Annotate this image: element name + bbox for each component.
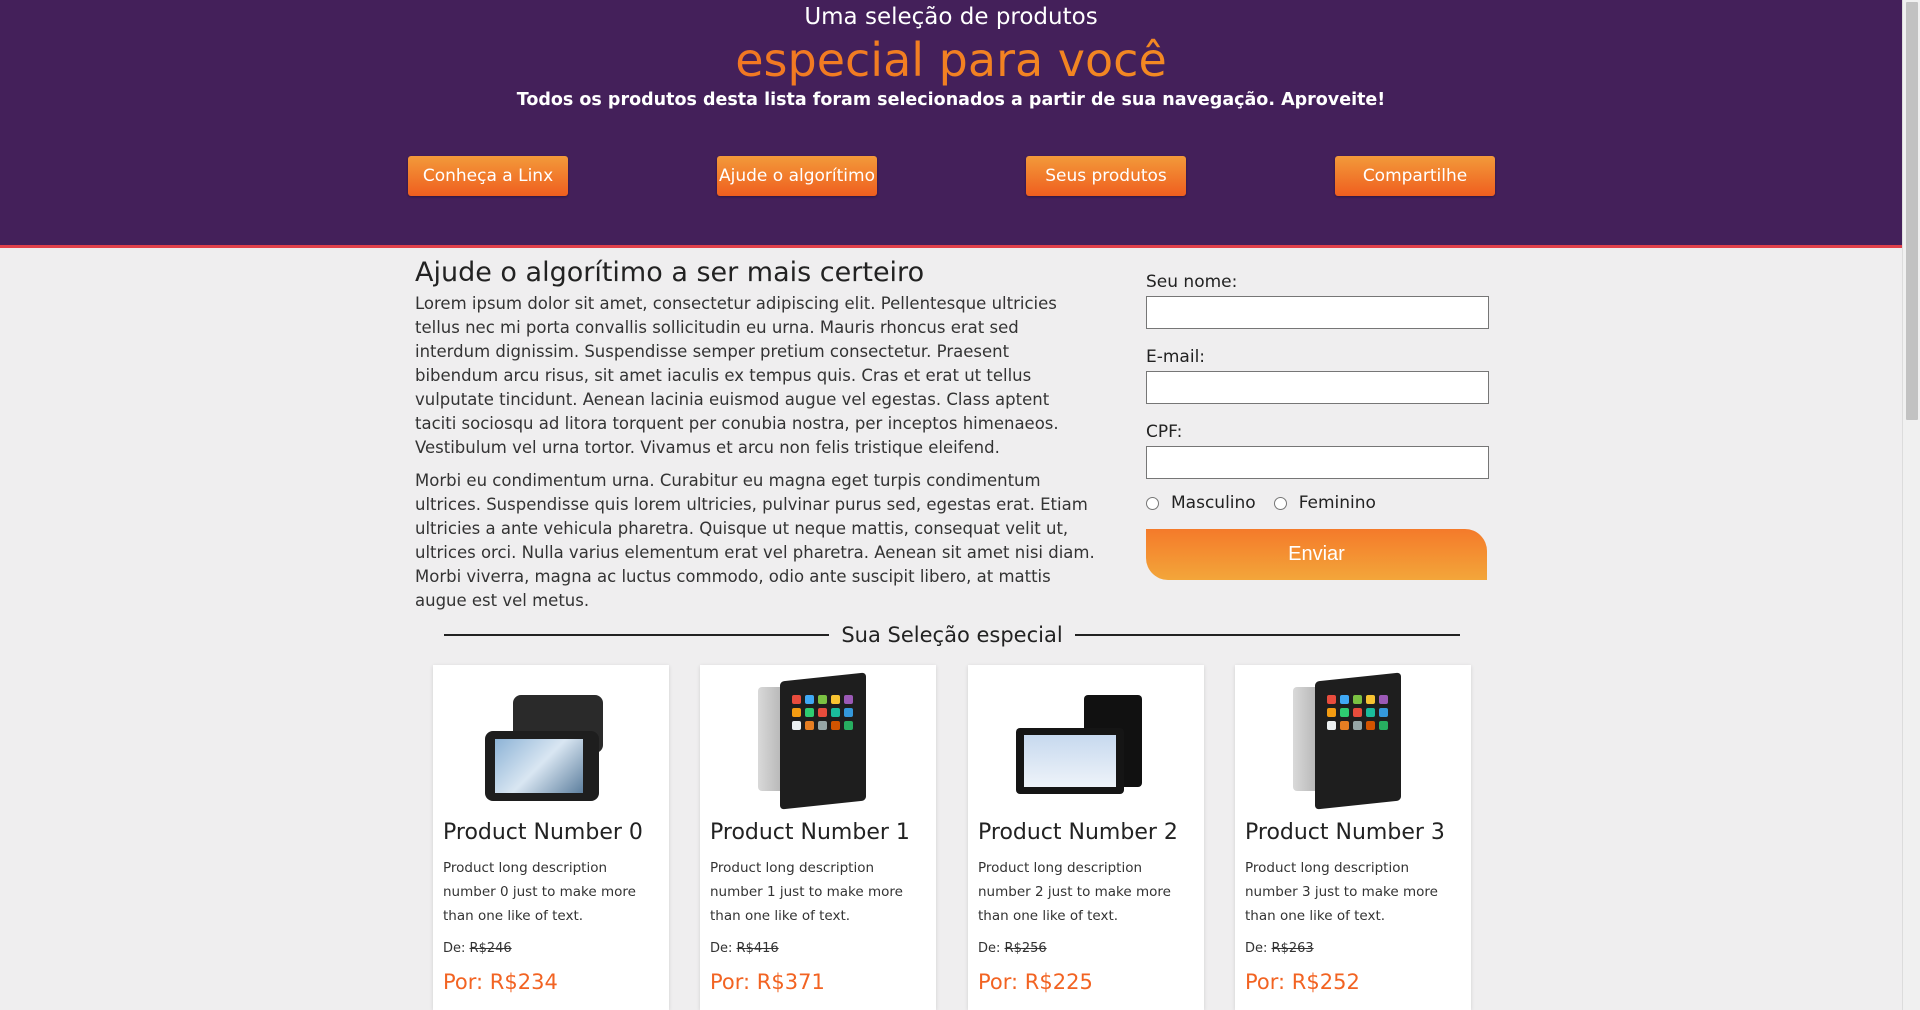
product-new-price: Por: R$371: [710, 970, 825, 994]
product-new-price: Por: R$234: [443, 970, 558, 994]
divider-line-left: [444, 634, 830, 636]
product-card[interactable]: Product Number 1 Product long descriptio…: [700, 665, 936, 1010]
header-highlight: especial para você: [0, 32, 1902, 88]
info-paragraph-2: Morbi eu condimentum urna. Curabitur eu …: [415, 471, 1095, 610]
selection-title: Sua Seleção especial: [841, 623, 1063, 647]
product-old-price: De: R$416: [710, 941, 779, 956]
signup-form: Seu nome: E-mail: CPF: Masculino Feminin…: [1146, 268, 1489, 580]
product-old-price: De: R$256: [978, 941, 1047, 956]
nav-button-compartilhe[interactable]: Compartilhe: [1335, 156, 1495, 196]
product-title[interactable]: Product Number 1: [700, 665, 920, 847]
product-card[interactable]: Product Number 0 Product long descriptio…: [433, 665, 669, 1010]
cpf-label: CPF:: [1146, 422, 1183, 442]
info-paragraph-1: Lorem ipsum dolor sit amet, consectetur …: [415, 294, 1059, 457]
product-new-price: Por: R$225: [978, 970, 1093, 994]
old-price-label: De:: [978, 941, 1001, 956]
header-top-line: Uma seleção de produtos: [804, 4, 1098, 30]
cpf-field[interactable]: [1146, 446, 1489, 479]
product-old-price: De: R$263: [1245, 941, 1314, 956]
product-new-price: Por: R$252: [1245, 970, 1360, 994]
nav-button-produtos[interactable]: Seus produtos: [1026, 156, 1186, 196]
product-title[interactable]: Product Number 0: [433, 665, 653, 847]
product-title[interactable]: Product Number 2: [968, 665, 1188, 847]
scrollbar-thumb[interactable]: [1906, 2, 1918, 420]
header-nav: Conheça a Linx Ajude o algorítimo Seus p…: [0, 156, 1902, 196]
gender-radio-group: Masculino Feminino: [1146, 489, 1489, 517]
info-title: Ajude o algorítimo a ser mais certeiro: [415, 257, 925, 288]
product-description: Product long description number 1 just t…: [710, 860, 903, 924]
name-field[interactable]: [1146, 296, 1489, 329]
radio-masculino[interactable]: [1146, 496, 1159, 510]
submit-button[interactable]: Enviar: [1146, 529, 1487, 580]
header-banner: Uma seleção de produtos especial para vo…: [0, 0, 1902, 248]
radio-feminino-label[interactable]: Feminino: [1299, 493, 1376, 513]
product-description: Product long description number 3 just t…: [1245, 860, 1438, 924]
old-price-value: R$263: [1271, 941, 1314, 956]
product-card[interactable]: Product Number 3 Product long descriptio…: [1235, 665, 1471, 1010]
name-label: Seu nome:: [1146, 272, 1238, 292]
info-section: Ajude o algorítimo a ser mais certeiro L…: [415, 256, 1095, 613]
old-price-label: De:: [443, 941, 466, 956]
email-label: E-mail:: [1146, 347, 1206, 367]
email-field[interactable]: [1146, 371, 1489, 404]
product-card[interactable]: Product Number 2 Product long descriptio…: [968, 665, 1204, 1010]
old-price-value: R$256: [1004, 941, 1047, 956]
nav-button-linx[interactable]: Conheça a Linx: [408, 156, 568, 196]
old-price-label: De:: [710, 941, 733, 956]
old-price-value: R$246: [469, 941, 512, 956]
vertical-scrollbar[interactable]: [1902, 0, 1920, 1010]
radio-feminino[interactable]: [1273, 496, 1287, 510]
product-description: Product long description number 0 just t…: [443, 860, 636, 924]
old-price-value: R$416: [736, 941, 779, 956]
radio-masculino-label[interactable]: Masculino: [1171, 493, 1256, 513]
product-old-price: De: R$246: [443, 941, 512, 956]
divider-line-right: [1074, 634, 1461, 636]
nav-button-algoritimo[interactable]: Ajude o algorítimo: [717, 156, 877, 196]
old-price-label: De:: [1245, 941, 1268, 956]
header-subtitle: Todos os produtos desta lista foram sele…: [516, 90, 1386, 110]
product-description: Product long description number 2 just t…: [978, 860, 1171, 924]
selection-divider: Sua Seleção especial: [444, 618, 1461, 652]
product-title[interactable]: Product Number 3: [1235, 665, 1455, 847]
